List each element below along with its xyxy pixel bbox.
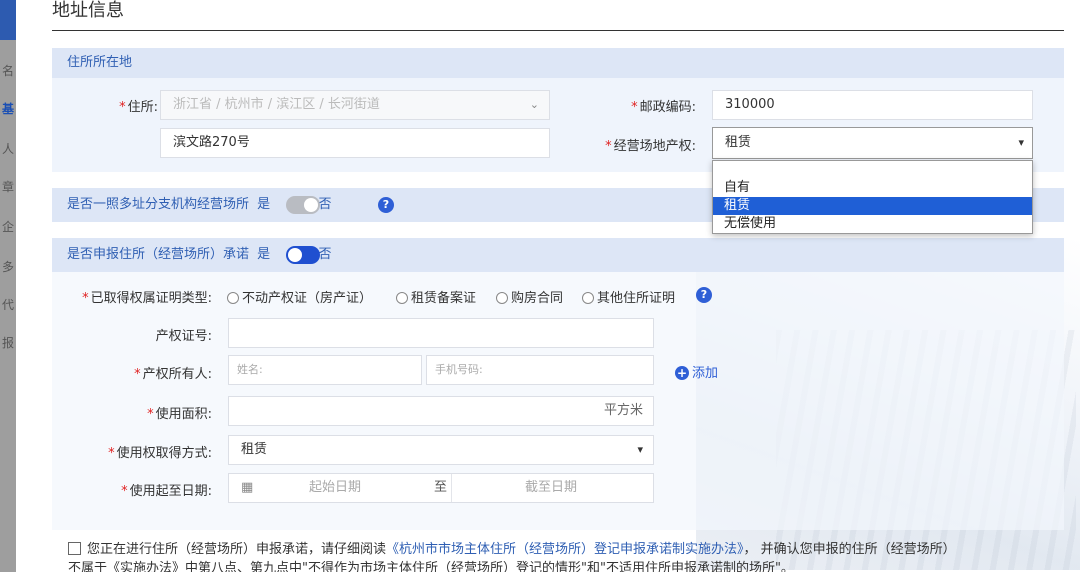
left-sidebar-strip: 名 基 人 章 企 多 代 报	[0, 0, 16, 572]
plus-icon: +	[675, 366, 689, 380]
agreement-checkbox[interactable]	[68, 542, 81, 555]
property-right-select[interactable]: 租赁 ▾	[712, 127, 1033, 159]
owner-label: * 产权所有人:	[134, 367, 212, 382]
help-icon[interactable]: ?	[696, 287, 712, 303]
residence-panel-header: 住所所在地	[52, 48, 1064, 78]
chevron-down-icon: ▾	[1018, 136, 1024, 149]
commitment-yes-label: 是	[257, 247, 271, 262]
branch-question: 是否一照多址分支机构经营场所	[67, 197, 250, 212]
toggle-knob	[288, 248, 302, 262]
cert-type-label: * 已取得权属证明类型:	[82, 291, 212, 306]
sidebar-char-3[interactable]: 人	[2, 140, 14, 157]
help-icon[interactable]: ?	[378, 197, 394, 213]
commitment-agreement: 您正在进行住所（经营场所）申报承诺，请仔细阅读《杭州市市场主体住所（经营场所）登…	[68, 542, 956, 572]
address-label: * 住所:	[119, 100, 158, 115]
commitment-toggle[interactable]	[286, 246, 320, 264]
date-range-label: * 使用起至日期:	[121, 484, 212, 499]
dropdown-option-free-use[interactable]: 无偿使用	[713, 215, 1032, 233]
chevron-down-icon: ⌄	[529, 98, 539, 111]
branch-no-label: 否	[318, 197, 332, 212]
chevron-down-icon: ▾	[637, 443, 643, 456]
acquire-label: * 使用权取得方式:	[108, 446, 212, 461]
dropdown-option-empty[interactable]	[713, 161, 1032, 179]
area-input[interactable]: 平方米	[228, 396, 654, 426]
area-label: * 使用面积:	[147, 407, 212, 422]
commitment-no-label: 否	[318, 247, 332, 262]
cert-type-radio-1[interactable]: 不动产权证（房产证）	[227, 287, 372, 306]
cert-type-radio-4[interactable]: 其他住所证明	[582, 287, 675, 306]
sidebar-active-mark	[0, 0, 16, 40]
date-range-picker[interactable]: ▦ 起始日期 至 截至日期	[228, 473, 654, 503]
acquire-select[interactable]: 租赁 ▾	[228, 435, 654, 465]
owner-phone-input[interactable]: 手机号码:	[426, 355, 654, 385]
property-right-label: * 经营场地产权:	[605, 139, 696, 154]
add-owner-button[interactable]: + 添加	[675, 362, 718, 381]
cert-no-input[interactable]	[228, 318, 654, 348]
start-date-input[interactable]: 起始日期	[309, 474, 361, 502]
sidebar-char-2[interactable]: 基	[2, 100, 14, 117]
area-unit: 平方米	[603, 403, 643, 418]
postal-code-label: * 邮政编码:	[631, 100, 696, 115]
end-date-input[interactable]: 截至日期	[525, 474, 577, 502]
sidebar-char-6[interactable]: 多	[2, 258, 14, 275]
sidebar-char-8[interactable]: 报	[2, 334, 14, 351]
toggle-knob	[304, 198, 318, 212]
dropdown-option-lease[interactable]: 租赁	[713, 197, 1032, 215]
owner-name-input[interactable]: 姓名:	[228, 355, 422, 385]
sidebar-char-1[interactable]: 名	[2, 62, 14, 79]
sidebar-char-4[interactable]: 章	[2, 178, 14, 195]
dropdown-option-owned[interactable]: 自有	[713, 179, 1032, 197]
title-divider	[52, 30, 1064, 31]
cert-no-label: 产权证号:	[155, 329, 212, 344]
sidebar-char-7[interactable]: 代	[2, 296, 14, 313]
branch-yes-label: 是	[257, 197, 271, 212]
address-region-select[interactable]: 浙江省 / 杭州市 / 滨江区 / 长河街道 ⌄	[160, 90, 550, 120]
calendar-icon: ▦	[241, 480, 254, 495]
cert-type-radio-3[interactable]: 购房合同	[496, 287, 563, 306]
postal-code-input[interactable]: 310000	[712, 90, 1033, 120]
page-title: 地址信息	[52, 0, 124, 21]
commitment-question: 是否申报住所（经营场所）承诺	[67, 247, 250, 262]
branch-toggle[interactable]	[286, 196, 320, 214]
property-right-dropdown: 自有 租赁 无偿使用	[712, 160, 1033, 234]
commitment-panel-header: 是否申报住所（经营场所）承诺 是 否	[52, 238, 1064, 272]
address-detail-input[interactable]: 滨文路270号	[160, 128, 550, 158]
sidebar-char-5[interactable]: 企	[2, 218, 14, 235]
cert-type-radio-2[interactable]: 租赁备案证	[396, 287, 476, 306]
implementation-rules-link[interactable]: 《杭州市市场主体住所（经营场所）登记申报承诺制实施办法》	[386, 542, 744, 557]
date-separator: 至	[434, 480, 448, 495]
main-content: 地址信息 住所所在地 * 住所: 浙江省 / 杭州市 / 滨江区 / 长河街道 ⌄ …	[16, 0, 1080, 572]
